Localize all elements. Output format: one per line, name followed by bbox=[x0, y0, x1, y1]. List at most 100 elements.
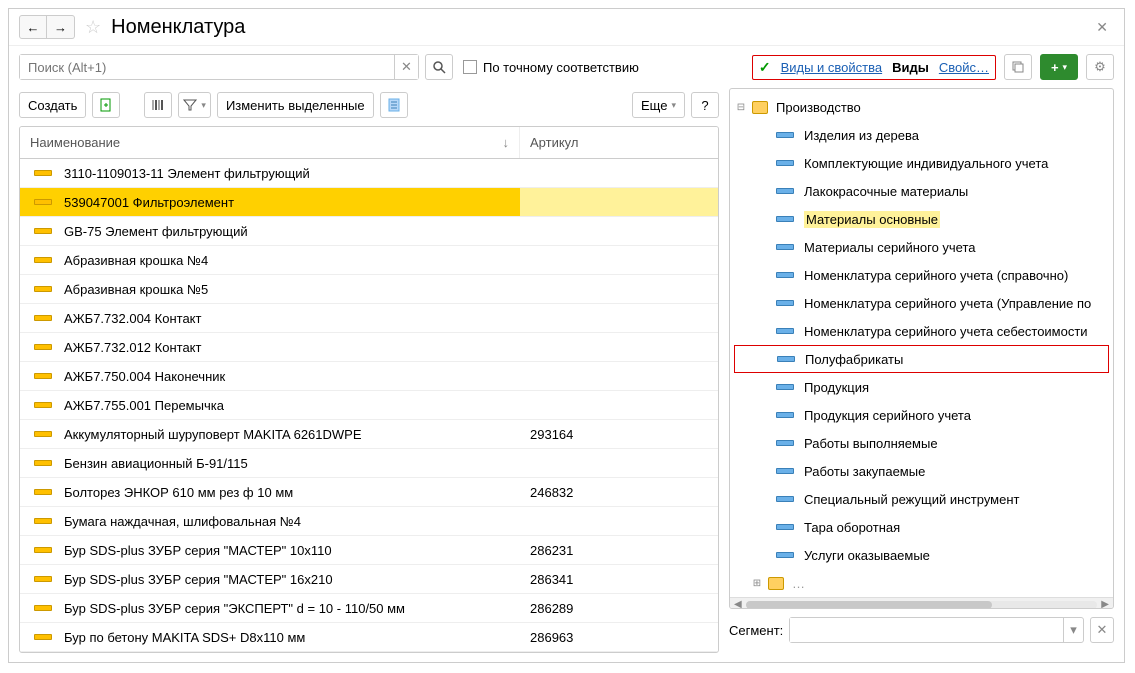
item-icon bbox=[34, 547, 52, 553]
tree-item[interactable]: Работы выполняемые bbox=[730, 429, 1113, 457]
tree-item[interactable]: Номенклатура серийного учета (справочно) bbox=[730, 261, 1113, 289]
table-row[interactable]: Бур SDS-plus ЗУБР серия "МАСТЕР" 16x2102… bbox=[20, 565, 718, 594]
nav-forward-button[interactable]: → bbox=[47, 15, 75, 39]
table-row[interactable]: АЖБ7.755.001 Перемычка bbox=[20, 391, 718, 420]
item-icon bbox=[34, 344, 52, 350]
barcode-button[interactable] bbox=[144, 92, 172, 118]
help-button[interactable]: ? bbox=[691, 92, 719, 118]
close-icon[interactable]: ✕ bbox=[1090, 19, 1114, 36]
cell-name: 3110-1109013-11 Элемент фильтрующий bbox=[64, 166, 520, 181]
table-row[interactable]: Бур SDS-plus ЗУБР серия "МАСТЕР" 10x1102… bbox=[20, 536, 718, 565]
table-row[interactable]: 3110-1109013-11 Элемент фильтрующий bbox=[20, 159, 718, 188]
item-icon bbox=[34, 576, 52, 582]
table-row[interactable]: Болторез ЭНКОР 610 мм рез ф 10 мм246832 bbox=[20, 478, 718, 507]
favorite-star-icon[interactable]: ☆ bbox=[85, 17, 101, 38]
tree-item[interactable]: Продукция серийного учета bbox=[730, 401, 1113, 429]
table-row[interactable]: 539047001 Фильтроэлемент bbox=[20, 188, 718, 217]
table-row[interactable]: Бур по бетону MAKITA SDS+ D8x110 мм28696… bbox=[20, 623, 718, 652]
tree-item[interactable]: Лакокрасочные материалы bbox=[730, 177, 1113, 205]
expand-icon[interactable]: ⊞ bbox=[750, 578, 764, 589]
list-toolbar: Создать ▾ Изменить выделенные bbox=[19, 88, 719, 126]
segment-dropdown-button[interactable]: ▾ bbox=[1063, 618, 1083, 642]
search-button[interactable] bbox=[425, 54, 453, 80]
add-button[interactable]: + ▾ bbox=[1040, 54, 1078, 80]
tree-item[interactable]: Номенклатура серийного учета (Управление… bbox=[730, 289, 1113, 317]
tree-item[interactable]: Специальный режущий инструмент bbox=[730, 485, 1113, 513]
column-header-name[interactable]: Наименование ↓ bbox=[20, 127, 520, 158]
tab-types-and-props[interactable]: Виды и свойства bbox=[781, 60, 883, 75]
segment-input-wrap: ▾ bbox=[789, 617, 1084, 643]
tree-item[interactable]: Комплектующие индивидуального учета bbox=[730, 149, 1113, 177]
tree-item[interactable]: Номенклатура серийного учета себестоимос… bbox=[730, 317, 1113, 345]
category-icon bbox=[776, 188, 794, 194]
create-copy-button[interactable] bbox=[92, 92, 120, 118]
category-icon bbox=[776, 468, 794, 474]
tree-item[interactable]: Полуфабрикаты bbox=[734, 345, 1109, 373]
search-input[interactable] bbox=[20, 55, 394, 79]
tree-item[interactable]: Продукция bbox=[730, 373, 1113, 401]
cell-name: Абразивная крошка №5 bbox=[64, 282, 520, 297]
tree-item-label: Тара оборотная bbox=[804, 520, 900, 535]
cell-name: АЖБ7.755.001 Перемычка bbox=[64, 398, 520, 413]
segment-clear-button[interactable]: ✕ bbox=[1090, 617, 1114, 643]
category-icon bbox=[776, 384, 794, 390]
reports-button[interactable] bbox=[380, 92, 408, 118]
item-icon bbox=[34, 634, 52, 640]
scroll-left-icon[interactable]: ◀ bbox=[734, 599, 742, 609]
settings-button[interactable]: ⚙ bbox=[1086, 54, 1114, 80]
tree-item[interactable]: Материалы основные bbox=[730, 205, 1113, 233]
tree-more-row[interactable]: ⊞ … bbox=[730, 569, 1113, 597]
exact-match-checkbox[interactable]: По точному соответствию bbox=[463, 60, 639, 75]
tree-item[interactable]: Материалы серийного учета bbox=[730, 233, 1113, 261]
item-icon bbox=[34, 489, 52, 495]
column-header-article[interactable]: Артикул bbox=[520, 127, 718, 158]
tree-item-label: Продукция серийного учета bbox=[804, 408, 971, 423]
item-icon bbox=[34, 373, 52, 379]
tab-props[interactable]: Свойс… bbox=[939, 60, 989, 75]
cell-name: Болторез ЭНКОР 610 мм рез ф 10 мм bbox=[64, 485, 520, 500]
cell-name: АЖБ7.750.004 Наконечник bbox=[64, 369, 520, 384]
cell-name: 539047001 Фильтроэлемент bbox=[64, 195, 520, 210]
tree-item-label: Комплектующие индивидуального учета bbox=[804, 156, 1048, 171]
category-icon bbox=[777, 356, 795, 362]
category-icon bbox=[776, 216, 794, 222]
tree-item[interactable]: Тара оборотная bbox=[730, 513, 1113, 541]
scroll-right-icon[interactable]: ▶ bbox=[1101, 599, 1109, 609]
copy-button[interactable] bbox=[1004, 54, 1032, 80]
table-row[interactable]: GB-75 Элемент фильтрующий bbox=[20, 217, 718, 246]
tree-root[interactable]: ⊟ Производство bbox=[730, 93, 1113, 121]
table-row[interactable]: АЖБ7.732.004 Контакт bbox=[20, 304, 718, 333]
tree-item[interactable]: Работы закупаемые bbox=[730, 457, 1113, 485]
more-button[interactable]: Еще ▾ bbox=[632, 92, 685, 118]
horizontal-scrollbar[interactable]: ◀ ▶ bbox=[730, 597, 1113, 609]
barcode-icon bbox=[151, 98, 165, 112]
tree-item-label: Номенклатура серийного учета себестоимос… bbox=[804, 324, 1088, 339]
table-row[interactable]: Бензин авиационный Б-91/115 bbox=[20, 449, 718, 478]
edit-selected-button[interactable]: Изменить выделенные bbox=[217, 92, 374, 118]
search-clear-button[interactable]: ✕ bbox=[394, 55, 418, 79]
nav-back-button[interactable]: ← bbox=[19, 15, 47, 39]
exact-match-label: По точному соответствию bbox=[483, 60, 639, 75]
category-icon bbox=[776, 300, 794, 306]
table-row[interactable]: Аккумуляторный шуруповерт MAKITA 6261DWP… bbox=[20, 420, 718, 449]
item-icon bbox=[34, 518, 52, 524]
filter-button[interactable]: ▾ bbox=[178, 92, 211, 118]
table-row[interactable]: Абразивная крошка №4 bbox=[20, 246, 718, 275]
tree-item-label: Продукция bbox=[804, 380, 869, 395]
cell-name: Бумага наждачная, шлифовальная №4 bbox=[64, 514, 520, 529]
table-row[interactable]: Бумага наждачная, шлифовальная №4 bbox=[20, 507, 718, 536]
collapse-icon[interactable]: ⊟ bbox=[734, 102, 748, 113]
view-tabs-box: ✓ Виды и свойства Виды Свойс… bbox=[752, 55, 996, 80]
tree-item[interactable]: Услуги оказываемые bbox=[730, 541, 1113, 569]
tree-item-label: Полуфабрикаты bbox=[805, 352, 903, 367]
tree-item-label: Услуги оказываемые bbox=[804, 548, 930, 563]
table-row[interactable]: АЖБ7.732.012 Контакт bbox=[20, 333, 718, 362]
tab-types[interactable]: Виды bbox=[892, 60, 929, 75]
segment-input[interactable] bbox=[790, 618, 1063, 642]
category-icon bbox=[776, 412, 794, 418]
create-button[interactable]: Создать bbox=[19, 92, 86, 118]
table-row[interactable]: Абразивная крошка №5 bbox=[20, 275, 718, 304]
table-row[interactable]: АЖБ7.750.004 Наконечник bbox=[20, 362, 718, 391]
table-row[interactable]: Бур SDS-plus ЗУБР серия "ЭКСПЕРТ" d = 10… bbox=[20, 594, 718, 623]
tree-item[interactable]: Изделия из дерева bbox=[730, 121, 1113, 149]
